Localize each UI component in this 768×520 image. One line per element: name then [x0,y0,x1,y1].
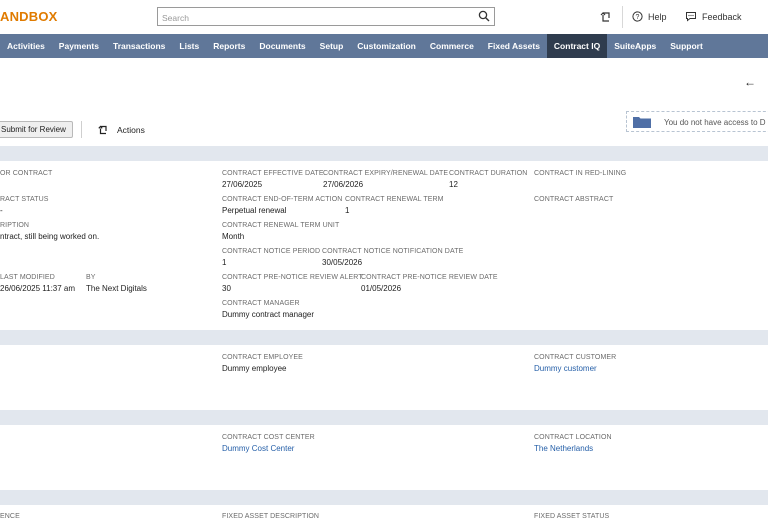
field-value-expiry-date: 27/06/2026 [323,180,364,189]
nav-activities[interactable]: Activities [0,34,52,58]
field-value-last-modified: 26/06/2025 11:37 am [0,284,76,293]
top-bar: ANDBOX ? Help Feedback [0,0,768,34]
field-value-contract-status: - [0,206,3,215]
nav-commerce[interactable]: Commerce [423,34,481,58]
field-label-contract-employee: CONTRACT EMPLOYEE [222,354,303,361]
svg-text:?: ? [636,14,640,21]
field-label-red-lining: CONTRACT IN RED-LINING [534,170,627,177]
feedback-label: Feedback [702,11,742,22]
field-label-fixed-asset-description: FIXED ASSET DESCRIPTION [222,513,320,520]
divider [622,6,623,28]
field-value-notice-notification-date: 30/05/2026 [322,258,363,267]
field-label-cost-center: CONTRACT COST CENTER [222,434,315,441]
actions-icon [98,125,107,135]
field-value-effective-date: 27/06/2025 [222,180,263,189]
help-icon: ? [632,11,643,22]
field-value-end-of-term-action: Perpetual renewal [222,206,287,215]
field-label-by: BY [86,274,96,281]
global-search[interactable] [157,7,495,27]
field-value-contract-customer-link[interactable]: Dummy customer [534,364,597,373]
field-label-pre-notice-review-date: CONTRACT PRE-NOTICE REVIEW DATE [361,274,498,281]
feedback-link[interactable]: Feedback [685,11,742,22]
access-notice: You do not have access to D [626,111,768,132]
back-arrow-icon[interactable]: ← [744,75,756,89]
field-label-notice-notification-date: CONTRACT NOTICE NOTIFICATION DATE [322,248,464,255]
nav-transactions[interactable]: Transactions [106,34,172,58]
field-label-expiry-date: CONTRACT EXPIRY/RENEWAL DATE [323,170,449,177]
field-value-pre-notice-review-date: 01/05/2026 [361,284,402,293]
field-label-contract-location: CONTRACT LOCATION [534,434,612,441]
field-label-renewal-term-unit: CONTRACT RENEWAL TERM UNIT [222,222,340,229]
field-label-notice-period: CONTRACT NOTICE PERIOD [222,248,321,255]
nav-contract-iq[interactable]: Contract IQ [546,34,608,58]
field-value-contract-manager: Dummy contract manager [222,310,315,319]
field-value-description: ntract, still being worked on. [0,232,100,241]
search-icon[interactable] [478,10,490,22]
field-label-fixed-asset-reference: ENCE [0,513,20,520]
nav-fixed-assets[interactable]: Fixed Assets [481,34,547,58]
field-label-contract-status: RACT STATUS [0,196,49,203]
field-value-by: The Next Digitals [86,284,147,293]
field-label-effective-date: CONTRACT EFFECTIVE DATE [222,170,324,177]
nav-payments[interactable]: Payments [52,34,106,58]
folder-icon [633,117,651,128]
field-value-renewal-term-unit: Month [222,232,245,241]
field-label-renewal-term: CONTRACT RENEWAL TERM [345,196,444,203]
field-value-renewal-term: 1 [345,206,350,215]
field-label-contract-customer: CONTRACT CUSTOMER [534,354,617,361]
field-label-description: RIPTION [0,222,30,229]
help-label: Help [648,11,667,22]
main-navigation: Activities Payments Transactions Lists R… [0,34,768,58]
nav-setup[interactable]: Setup [313,34,351,58]
field-label-contract-manager: CONTRACT MANAGER [222,300,300,307]
field-label-last-modified: LAST MODIFIED [0,274,55,281]
field-label-contract: OR CONTRACT [0,170,53,177]
section-header-fixed-asset [0,490,768,505]
nav-lists[interactable]: Lists [172,34,206,58]
toolbar-divider [81,121,82,138]
field-label-contract-abstract: CONTRACT ABSTRACT [534,196,614,203]
nav-support[interactable]: Support [663,34,710,58]
field-label-end-of-term-action: CONTRACT END-OF-TERM ACTION [222,196,343,203]
field-value-pre-notice-review-alert: 30 [222,284,231,293]
section-header-primary [0,146,768,161]
submit-for-review-button[interactable]: Submit for Review [0,121,73,138]
field-value-duration: 12 [449,180,458,189]
section-header-classification [0,410,768,425]
field-label-pre-notice-review-alert: CONTRACT PRE-NOTICE REVIEW ALERT [222,274,363,281]
help-link[interactable]: ? Help [632,11,667,22]
actions-menu[interactable]: Actions [97,124,145,136]
section-header-parties [0,330,768,345]
access-notice-text: You do not have access to D [664,118,766,127]
field-value-contract-employee: Dummy employee [222,364,287,373]
feedback-icon [686,12,696,22]
actions-label: Actions [117,125,145,135]
nav-suiteapps[interactable]: SuiteApps [607,34,663,58]
field-value-cost-center-link[interactable]: Dummy Cost Center [222,444,294,453]
field-value-notice-period: 1 [222,258,227,267]
field-label-fixed-asset-status: FIXED ASSET STATUS [534,513,610,520]
environment-brand: ANDBOX [0,9,58,24]
field-label-duration: CONTRACT DURATION [449,170,528,177]
nav-documents[interactable]: Documents [252,34,312,58]
field-value-contract-location-link[interactable]: The Netherlands [534,444,593,453]
nav-customization[interactable]: Customization [350,34,423,58]
nav-reports[interactable]: Reports [206,34,252,58]
recent-records-icon[interactable] [599,10,613,24]
search-input[interactable] [158,9,466,27]
